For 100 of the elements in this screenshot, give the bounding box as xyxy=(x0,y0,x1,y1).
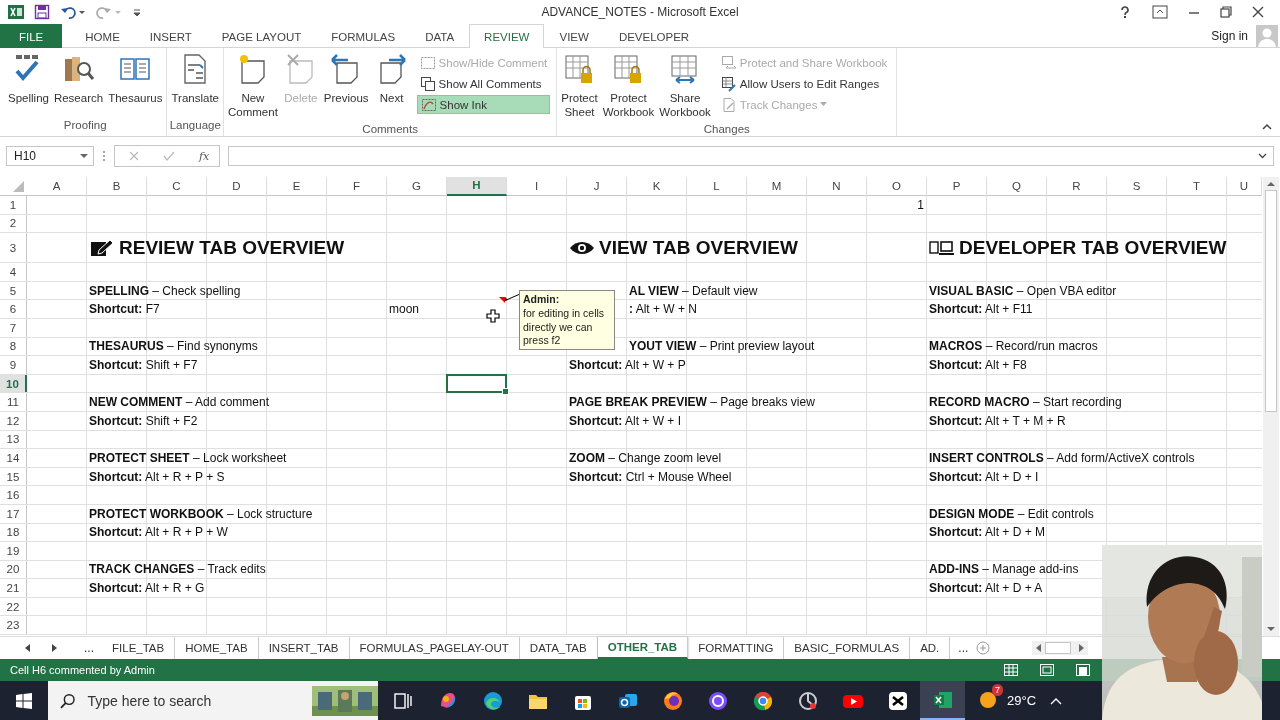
column-header[interactable]: D xyxy=(207,177,267,196)
column-header[interactable]: A xyxy=(27,177,87,196)
ribbon-button[interactable]: Research xyxy=(51,51,106,117)
column-header[interactable]: H xyxy=(447,177,507,196)
column-header[interactable]: E xyxy=(267,177,327,196)
sign-in-link[interactable]: Sign in xyxy=(1211,28,1248,43)
cursor-icon xyxy=(486,309,500,323)
column-header[interactable]: R xyxy=(1047,177,1107,196)
column-header[interactable]: B xyxy=(87,177,147,196)
scroll-left-icon[interactable] xyxy=(1036,644,1042,652)
ribbon-tab[interactable]: INSERT xyxy=(134,24,207,48)
ribbon-button[interactable]: Spelling xyxy=(6,51,51,117)
scroll-down-icon[interactable] xyxy=(1267,627,1275,632)
temperature-text[interactable]: 29°C xyxy=(1007,693,1037,708)
column-header[interactable]: J xyxy=(567,177,627,196)
collapse-ribbon-icon[interactable] xyxy=(1262,123,1272,130)
normal-view-icon[interactable] xyxy=(1004,664,1018,676)
ribbon-button[interactable]: Allow Users to Edit Ranges xyxy=(717,74,891,93)
text-cell-text: PAGE BREAK PREVIEW – Page breaks view xyxy=(568,395,815,410)
name-box[interactable]: H10 xyxy=(6,146,94,166)
text-cell-text: RECORD MACRO – Start recording xyxy=(928,395,1122,410)
scroll-thumb[interactable] xyxy=(1265,190,1277,412)
sheet-tab[interactable]: OTHER_TAB xyxy=(597,637,689,659)
search-bar[interactable]: Type here to search xyxy=(48,681,378,720)
text-cell-text: Shortcut: Alt + D + A xyxy=(928,581,1043,596)
notification-badge: 7 xyxy=(992,684,1003,696)
ribbon-button[interactable]: Show Ink xyxy=(416,95,551,114)
chevron-up-icon[interactable] xyxy=(1050,696,1063,705)
heading-text: REVIEW TAB OVERVIEW xyxy=(119,236,345,259)
text-cell-text: DESIGN MODE – Edit controls xyxy=(928,506,1094,521)
column-header[interactable]: M xyxy=(747,177,807,196)
ribbon-button[interactable]: Translate xyxy=(169,51,221,117)
ribbon-button[interactable]: Share Workbook xyxy=(657,51,713,121)
number-cell-text: 1 xyxy=(916,197,925,212)
scroll-up-icon[interactable] xyxy=(1267,181,1275,186)
restore-icon[interactable] xyxy=(1220,5,1232,19)
ribbon-tab[interactable]: DATA xyxy=(410,24,470,48)
close-icon[interactable] xyxy=(1252,5,1264,19)
column-header[interactable]: U xyxy=(1227,177,1262,196)
text-cell-text: THESAURUS – Find synonyms xyxy=(88,339,258,354)
leader-line xyxy=(503,293,521,302)
text-cell-text: TRACK CHANGES – Track edits xyxy=(88,562,266,577)
ribbon-tab[interactable]: DEVELOPER xyxy=(603,24,705,48)
undo-icon[interactable] xyxy=(60,4,86,20)
text-cell-text: Shortcut: Ctrl + Mouse Wheel xyxy=(568,469,732,484)
selected-cell[interactable] xyxy=(446,373,507,394)
wave-icon xyxy=(481,689,504,712)
column-header[interactable]: K xyxy=(627,177,687,196)
formula-field[interactable] xyxy=(228,146,1274,166)
ribbon-button[interactable]: New Comment xyxy=(226,51,280,121)
expand-icon[interactable] xyxy=(1258,153,1267,159)
ribbon-button[interactable]: Protect Workbook xyxy=(600,51,657,121)
text-cell-text: AL VIEW – Default view xyxy=(628,283,758,298)
page-layout-icon[interactable] xyxy=(1040,664,1054,676)
column-header[interactable]: N xyxy=(807,177,867,196)
insert-function-button[interactable]: fx xyxy=(199,149,210,163)
column-header[interactable]: O xyxy=(867,177,927,196)
windows-logo-icon[interactable] xyxy=(16,692,32,709)
row-header[interactable]: 10 xyxy=(0,374,27,393)
ribbon-display-icon[interactable] xyxy=(1152,5,1168,19)
search-field[interactable]: Type here to search xyxy=(85,691,302,710)
column-header[interactable]: T xyxy=(1167,177,1227,196)
column-header[interactable]: I xyxy=(507,177,567,196)
ribbon-tab[interactable]: REVIEW xyxy=(469,24,545,48)
ribbon-tab[interactable]: PAGE LAYOUT xyxy=(206,24,317,48)
help-icon[interactable] xyxy=(1118,5,1132,19)
text-cell-text: Shortcut: Alt + W + P xyxy=(568,357,686,372)
page-break-icon[interactable] xyxy=(1076,664,1090,676)
pen-icon xyxy=(420,96,437,113)
caret-icon xyxy=(80,153,88,159)
ribbon-button[interactable]: Show All Comments xyxy=(416,74,551,93)
ribbon-tab[interactable]: FORMULAS xyxy=(316,24,411,48)
scroll-left-icon[interactable] xyxy=(24,644,32,652)
ribbon-button[interactable]: Protect Sheet xyxy=(559,51,600,121)
column-header[interactable]: F xyxy=(327,177,387,196)
scroll-right-icon[interactable] xyxy=(1079,644,1085,652)
column-header[interactable]: S xyxy=(1107,177,1167,196)
column-header[interactable]: Q xyxy=(987,177,1047,196)
scroll-right-icon[interactable] xyxy=(50,644,58,652)
ribbon-button[interactable]: Next xyxy=(371,51,412,121)
more-icon xyxy=(102,150,106,162)
ribbon-button[interactable]: Previous xyxy=(321,51,371,121)
column-header[interactable]: C xyxy=(147,177,207,196)
ribbon-button[interactable]: Thesaurus xyxy=(106,51,165,117)
more-sheets-button[interactable]: ... xyxy=(950,641,977,655)
save-icon[interactable] xyxy=(34,4,50,20)
vertical-scrollbar[interactable] xyxy=(1263,177,1279,636)
more-sheets-button[interactable]: ... xyxy=(76,641,102,655)
ribbon-tab[interactable]: FILE xyxy=(0,24,63,48)
text-cell-text: ADD-INS – Manage add-ins xyxy=(928,562,1079,577)
scroll-thumb[interactable] xyxy=(1045,642,1072,654)
horizontal-scrollbar[interactable] xyxy=(1032,641,1089,655)
column-header[interactable]: L xyxy=(687,177,747,196)
ribbon-tab[interactable]: VIEW xyxy=(544,24,604,48)
text-cell-text: Shortcut: Alt + D + I xyxy=(928,469,1039,484)
spreadsheet-logo-icon xyxy=(8,4,24,20)
column-header[interactable]: P xyxy=(927,177,987,196)
ribbon-tab[interactable]: HOME xyxy=(70,24,135,48)
heading-text: DEVELOPER TAB OVERVIEW xyxy=(959,236,1227,259)
text-cell-text: NEW COMMENT – Add comment xyxy=(88,395,270,410)
